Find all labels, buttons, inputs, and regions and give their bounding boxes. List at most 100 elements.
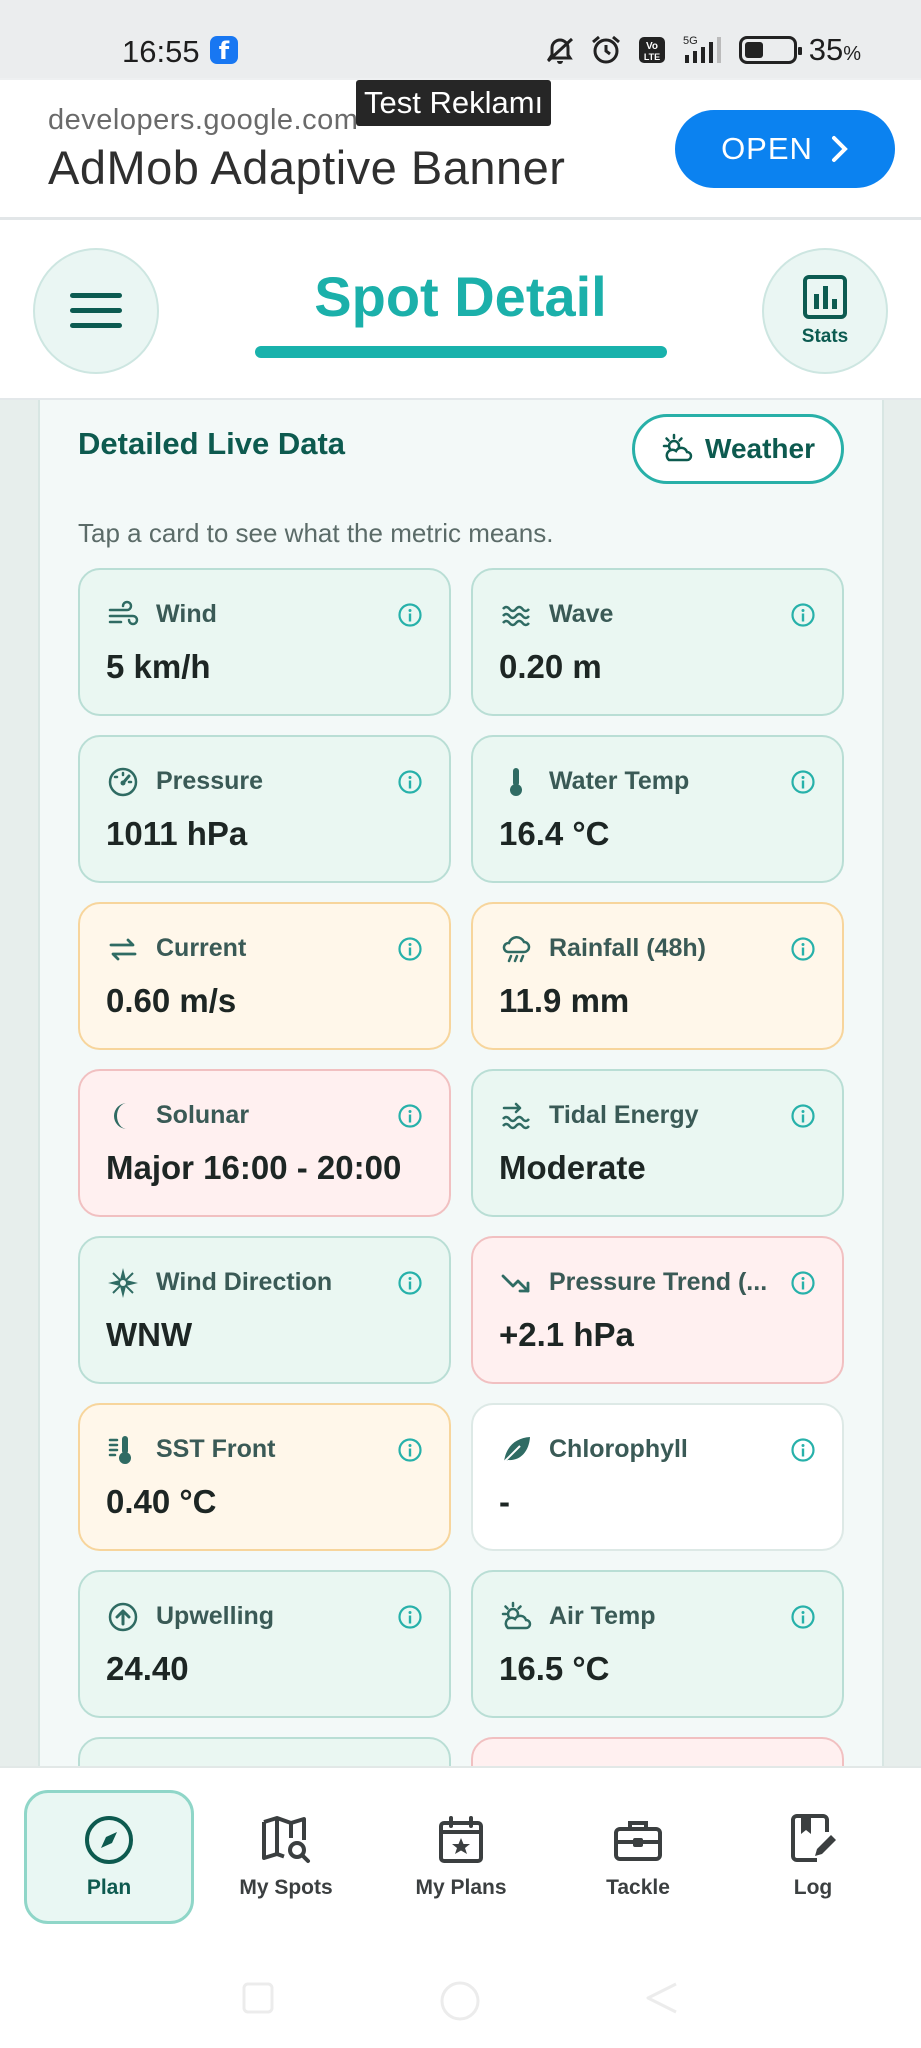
volte-icon: Vo LTE — [635, 33, 669, 67]
metric-card-chlorophyll[interactable]: Chlorophyll - — [471, 1403, 844, 1551]
metric-label: SST Front — [156, 1435, 276, 1463]
leaf-icon — [499, 1433, 533, 1467]
ad-open-label: OPEN — [721, 131, 813, 166]
metric-card-wind[interactable]: Wind 5 km/h — [78, 568, 451, 716]
metric-value: 5 km/h — [106, 648, 211, 685]
ad-banner[interactable]: developers.google.com Test Reklamı AdMob… — [0, 78, 921, 220]
hint-text: Tap a card to see what the metric means. — [78, 518, 554, 548]
metric-value: 16.5 °C — [499, 1650, 610, 1687]
trend-down-icon — [499, 1266, 533, 1300]
bar-chart-icon — [803, 275, 847, 319]
compass-rose-icon — [106, 1266, 140, 1300]
info-icon[interactable] — [790, 1437, 816, 1463]
nav-label: Tackle — [606, 1876, 670, 1899]
status-bar: 16:55 f Vo LTE 5G 35% — [0, 0, 921, 78]
metric-card-sst-front[interactable]: SST Front 0.40 °C — [78, 1403, 451, 1551]
info-icon[interactable] — [397, 936, 423, 962]
info-icon[interactable] — [397, 602, 423, 628]
metric-label: Current — [156, 934, 247, 962]
metric-card-rainfall[interactable]: Rainfall (48h) 11.9 mm — [471, 902, 844, 1050]
status-time: 16:55 — [122, 34, 200, 69]
svg-text:LTE: LTE — [644, 52, 660, 62]
alarm-icon — [589, 33, 623, 67]
ad-source: developers.google.com — [48, 104, 359, 136]
ad-test-label: Test Reklamı — [356, 80, 552, 126]
battery-percent: 35% — [808, 32, 861, 67]
metric-value: 11.9 mm — [499, 982, 630, 1019]
info-icon[interactable] — [790, 1270, 816, 1296]
nav-plan[interactable]: Plan — [24, 1790, 194, 1924]
nav-my-spots[interactable]: My Spots — [201, 1790, 371, 1924]
metric-card-wind-direction[interactable]: Wind Direction WNW — [78, 1236, 451, 1384]
metric-label: Wind — [156, 600, 217, 628]
metric-card-water-temp[interactable]: Water Temp 16.4 °C — [471, 735, 844, 883]
nav-log[interactable]: Log — [728, 1790, 898, 1924]
metric-card-air-temp[interactable]: Air Temp 16.5 °C — [471, 1570, 844, 1718]
content-area[interactable]: Detailed Live Data Weather Tap a card to… — [0, 400, 921, 1766]
nav-label: My Plans — [415, 1876, 507, 1899]
metric-label: Tidal Energy — [549, 1101, 699, 1129]
calendar-star-icon — [439, 1816, 483, 1863]
title-underline — [255, 346, 667, 358]
info-icon[interactable] — [790, 936, 816, 962]
rain-cloud-icon — [499, 932, 533, 966]
sun-cloud-icon — [662, 433, 693, 462]
info-icon[interactable] — [790, 1604, 816, 1630]
metric-value: 0.40 °C — [106, 1483, 217, 1520]
metric-card-partial[interactable] — [78, 1737, 451, 1766]
info-icon[interactable] — [397, 1103, 423, 1129]
metric-card-partial[interactable] — [471, 1737, 844, 1766]
metric-label: Rainfall (48h) — [549, 934, 706, 962]
info-icon[interactable] — [397, 1270, 423, 1296]
recents-icon[interactable] — [240, 1980, 276, 2016]
panel-title: Detailed Live Data — [78, 426, 346, 461]
metric-value: +2.1 hPa — [499, 1316, 634, 1353]
metric-card-upwelling[interactable]: Upwelling 24.40 — [78, 1570, 451, 1718]
metric-label: Solunar — [156, 1101, 250, 1129]
metric-value: Moderate — [499, 1149, 646, 1186]
swap-arrows-icon — [106, 932, 140, 966]
tide-icon — [499, 1099, 533, 1133]
ad-open-button[interactable]: OPEN — [675, 110, 895, 188]
status-indicators: Vo LTE 5G 35% — [543, 32, 861, 68]
info-icon[interactable] — [790, 602, 816, 628]
tackle-box-icon — [614, 1821, 662, 1861]
info-icon[interactable] — [397, 769, 423, 795]
sun-cloud-icon — [499, 1600, 533, 1634]
chevron-right-icon — [831, 136, 848, 162]
metric-value: Major 16:00 - 20:00 — [106, 1149, 402, 1186]
metric-card-tidal-energy[interactable]: Tidal Energy Moderate — [471, 1069, 844, 1217]
thermometer-icon — [499, 765, 533, 799]
nav-label: Plan — [86, 1876, 132, 1899]
stats-button[interactable]: Stats — [762, 248, 888, 374]
weather-button[interactable]: Weather — [632, 414, 844, 484]
nav-my-plans[interactable]: My Plans — [376, 1790, 546, 1924]
info-icon[interactable] — [397, 1604, 423, 1630]
metric-label: Chlorophyll — [549, 1435, 688, 1463]
back-icon[interactable] — [644, 1980, 680, 2016]
nav-label: My Spots — [239, 1876, 333, 1899]
metric-card-pressure[interactable]: Pressure 1011 hPa — [78, 735, 451, 883]
info-icon[interactable] — [397, 1437, 423, 1463]
metric-card-pressure-trend[interactable]: Pressure Trend (... +2.1 hPa — [471, 1236, 844, 1384]
info-icon[interactable] — [790, 1103, 816, 1129]
info-icon[interactable] — [790, 769, 816, 795]
metric-label: Water Temp — [549, 767, 690, 795]
metric-card-current[interactable]: Current 0.60 m/s — [78, 902, 451, 1050]
metric-card-wave[interactable]: Wave 0.20 m — [471, 568, 844, 716]
metric-label: Wave — [549, 600, 614, 628]
metric-value: 1011 hPa — [106, 815, 248, 852]
metric-value: 24.40 — [106, 1650, 189, 1687]
home-icon[interactable] — [437, 1978, 483, 2024]
metric-card-solunar[interactable]: Solunar Major 16:00 - 20:00 — [78, 1069, 451, 1217]
system-navigation-bar — [0, 1938, 921, 2048]
app-header: Spot Detail Stats — [0, 222, 921, 400]
nav-tackle[interactable]: Tackle — [553, 1790, 723, 1924]
svg-text:5G: 5G — [683, 35, 698, 47]
metric-value: 0.60 m/s — [106, 982, 237, 1019]
metric-label: Upwelling — [156, 1602, 275, 1630]
battery-icon — [738, 36, 802, 64]
bottom-navigation: Plan My Spots My Plans Tackle Log — [0, 1766, 921, 1938]
nav-label: Log — [793, 1876, 833, 1899]
wave-icon — [499, 598, 533, 632]
